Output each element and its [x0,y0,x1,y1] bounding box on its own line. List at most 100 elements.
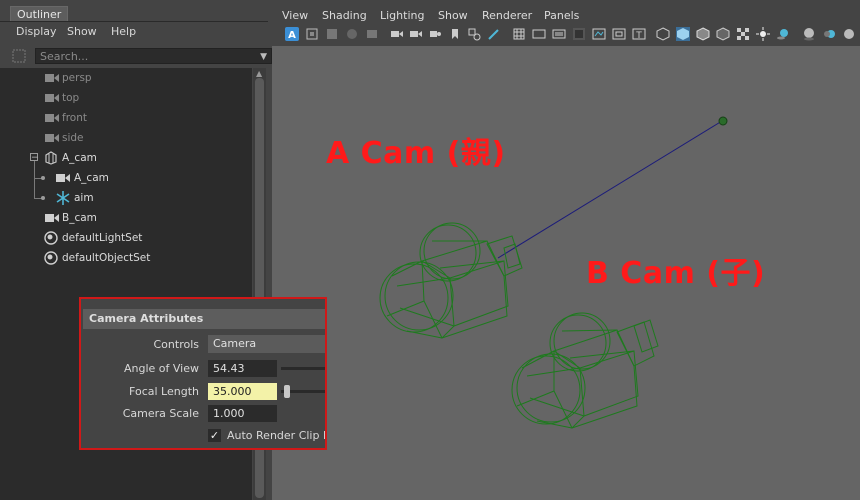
lights-icon[interactable] [756,27,770,41]
tree-item-label: B_cam [62,212,97,224]
menu-renderer[interactable]: Renderer [482,9,532,22]
menu-help[interactable]: Help [111,25,136,38]
auto-render-clip-label: Auto Render Clip Pl [227,429,327,442]
tree-item-front[interactable]: front [0,108,252,128]
grid-icon[interactable] [512,27,526,41]
wireframe-icon[interactable] [656,27,670,41]
controls-label: Controls [153,338,200,351]
auto-render-clip-checkbox[interactable]: ✓ [208,429,221,442]
wireframe-on-shaded-icon[interactable] [696,27,710,41]
tab-divider [0,21,268,22]
camera-icon [45,214,59,222]
filter-icon[interactable] [12,49,26,63]
gate-mask-icon[interactable] [572,27,586,41]
tree-item-label: aim [74,192,94,204]
image-plane-icon[interactable] [365,27,379,41]
resolution-gate-icon[interactable] [552,27,566,41]
camera-icon [45,74,59,82]
viewport-panel: View Shading Lighting Show Renderer Pane… [272,0,860,500]
angle-of-view-field[interactable]: 54.43 [208,360,277,377]
textured-icon[interactable] [716,27,730,41]
svg-text:T: T [635,31,642,41]
search-input[interactable]: Search... ▼ [35,48,272,64]
set-icon [44,251,58,265]
scene-wireframe [379,116,728,429]
bookmark-icon[interactable] [428,27,442,41]
group-icon [45,151,57,165]
tree-item-label: A_cam [62,152,97,164]
motion-blur-icon[interactable] [822,27,836,41]
2d-pan-icon[interactable] [467,27,481,41]
camera-attributes-header[interactable]: Camera Attributes [83,309,325,329]
viewport-canvas[interactable] [272,46,860,500]
shadows-icon[interactable] [776,27,790,41]
field-chart-icon[interactable] [592,27,606,41]
safe-title-icon[interactable]: T [632,27,646,41]
tree-item-a-cam-group[interactable]: − A_cam [0,148,252,168]
frame-icon[interactable] [305,27,319,41]
angle-of-view-label: Angle of View [123,362,199,375]
safe-action-icon[interactable] [612,27,626,41]
camera-icon [45,94,59,102]
tree-item-aim[interactable]: aim [0,188,252,208]
grid-display-icon[interactable] [325,27,339,41]
film-gate-icon[interactable] [532,27,546,41]
search-placeholder: Search... [40,50,89,63]
tree-item-b-cam[interactable]: B_cam [0,208,252,228]
camera-icon [45,114,59,122]
tree-item-persp[interactable]: persp [0,68,252,88]
focal-length-slider-knob[interactable] [284,385,290,398]
tree-item-label: front [62,112,87,124]
checker-icon[interactable] [736,27,750,41]
tree-item-label: side [62,132,84,144]
angle-of-view-slider[interactable] [281,367,325,370]
focal-length-field[interactable]: 35.000 [208,383,277,400]
annotation-a-cam-parent: A Cam (親) [326,136,506,171]
b-cam-wireframe [511,312,659,429]
aim-locator [718,116,728,126]
camera-icon [45,134,59,142]
tree-item-label: top [62,92,80,104]
ambient-occlusion-icon[interactable] [802,27,816,41]
camera-attributes-panel: Camera Attributes Controls Camera Angle … [79,297,327,450]
set-icon [44,231,58,245]
menu-show[interactable]: Show [438,9,468,22]
outliner-tab[interactable]: Outliner [10,6,69,22]
tree-item-side[interactable]: side [0,128,252,148]
camera-icon [56,174,70,182]
outliner-menubar: Display Show Help [0,24,268,42]
menu-view[interactable]: View [282,9,308,22]
camera-scale-field[interactable]: 1.000 [208,405,277,422]
viewport-toolbar: A T [272,24,860,46]
a-cam-wireframe [379,222,523,339]
menu-lighting[interactable]: Lighting [380,9,424,22]
sphere-icon[interactable] [345,27,359,41]
scroll-up-icon[interactable]: ▲ [256,69,262,78]
controls-dropdown[interactable]: Camera [208,335,325,353]
camera-lock-icon[interactable] [409,27,423,41]
collapse-toggle[interactable]: − [30,153,39,163]
tree-item-label: defaultObjectSet [62,252,151,264]
svg-text:A: A [288,30,296,41]
tree-item-top[interactable]: top [0,88,252,108]
chevron-down-icon[interactable]: ▼ [260,49,267,65]
tree-item-default-object-set[interactable]: defaultObjectSet [0,248,252,268]
viewport-menubar: View Shading Lighting Show Renderer Pane… [272,0,860,24]
menu-display[interactable]: Display [16,25,57,38]
annotation-b-cam-child: B Cam (子) [586,256,766,291]
grease-pencil-icon[interactable] [487,27,501,41]
menu-panels[interactable]: Panels [544,9,579,22]
search-row: Search... ▼ [10,47,272,67]
tree-item-default-light-set[interactable]: defaultLightSet [0,228,252,248]
select-camera-icon[interactable]: A [285,27,299,41]
tree-item-label: A_cam [74,172,109,184]
menu-shading[interactable]: Shading [322,9,367,22]
menu-show[interactable]: Show [67,25,97,38]
camera-icon[interactable] [390,27,404,41]
tree-item-a-cam[interactable]: A_cam [0,168,252,188]
smooth-shade-icon[interactable] [676,27,690,41]
anti-aliasing-icon[interactable] [842,27,856,41]
flag-icon[interactable] [448,27,462,41]
focal-length-label: Focal Length [129,385,199,398]
aim-locator-icon [56,191,70,205]
